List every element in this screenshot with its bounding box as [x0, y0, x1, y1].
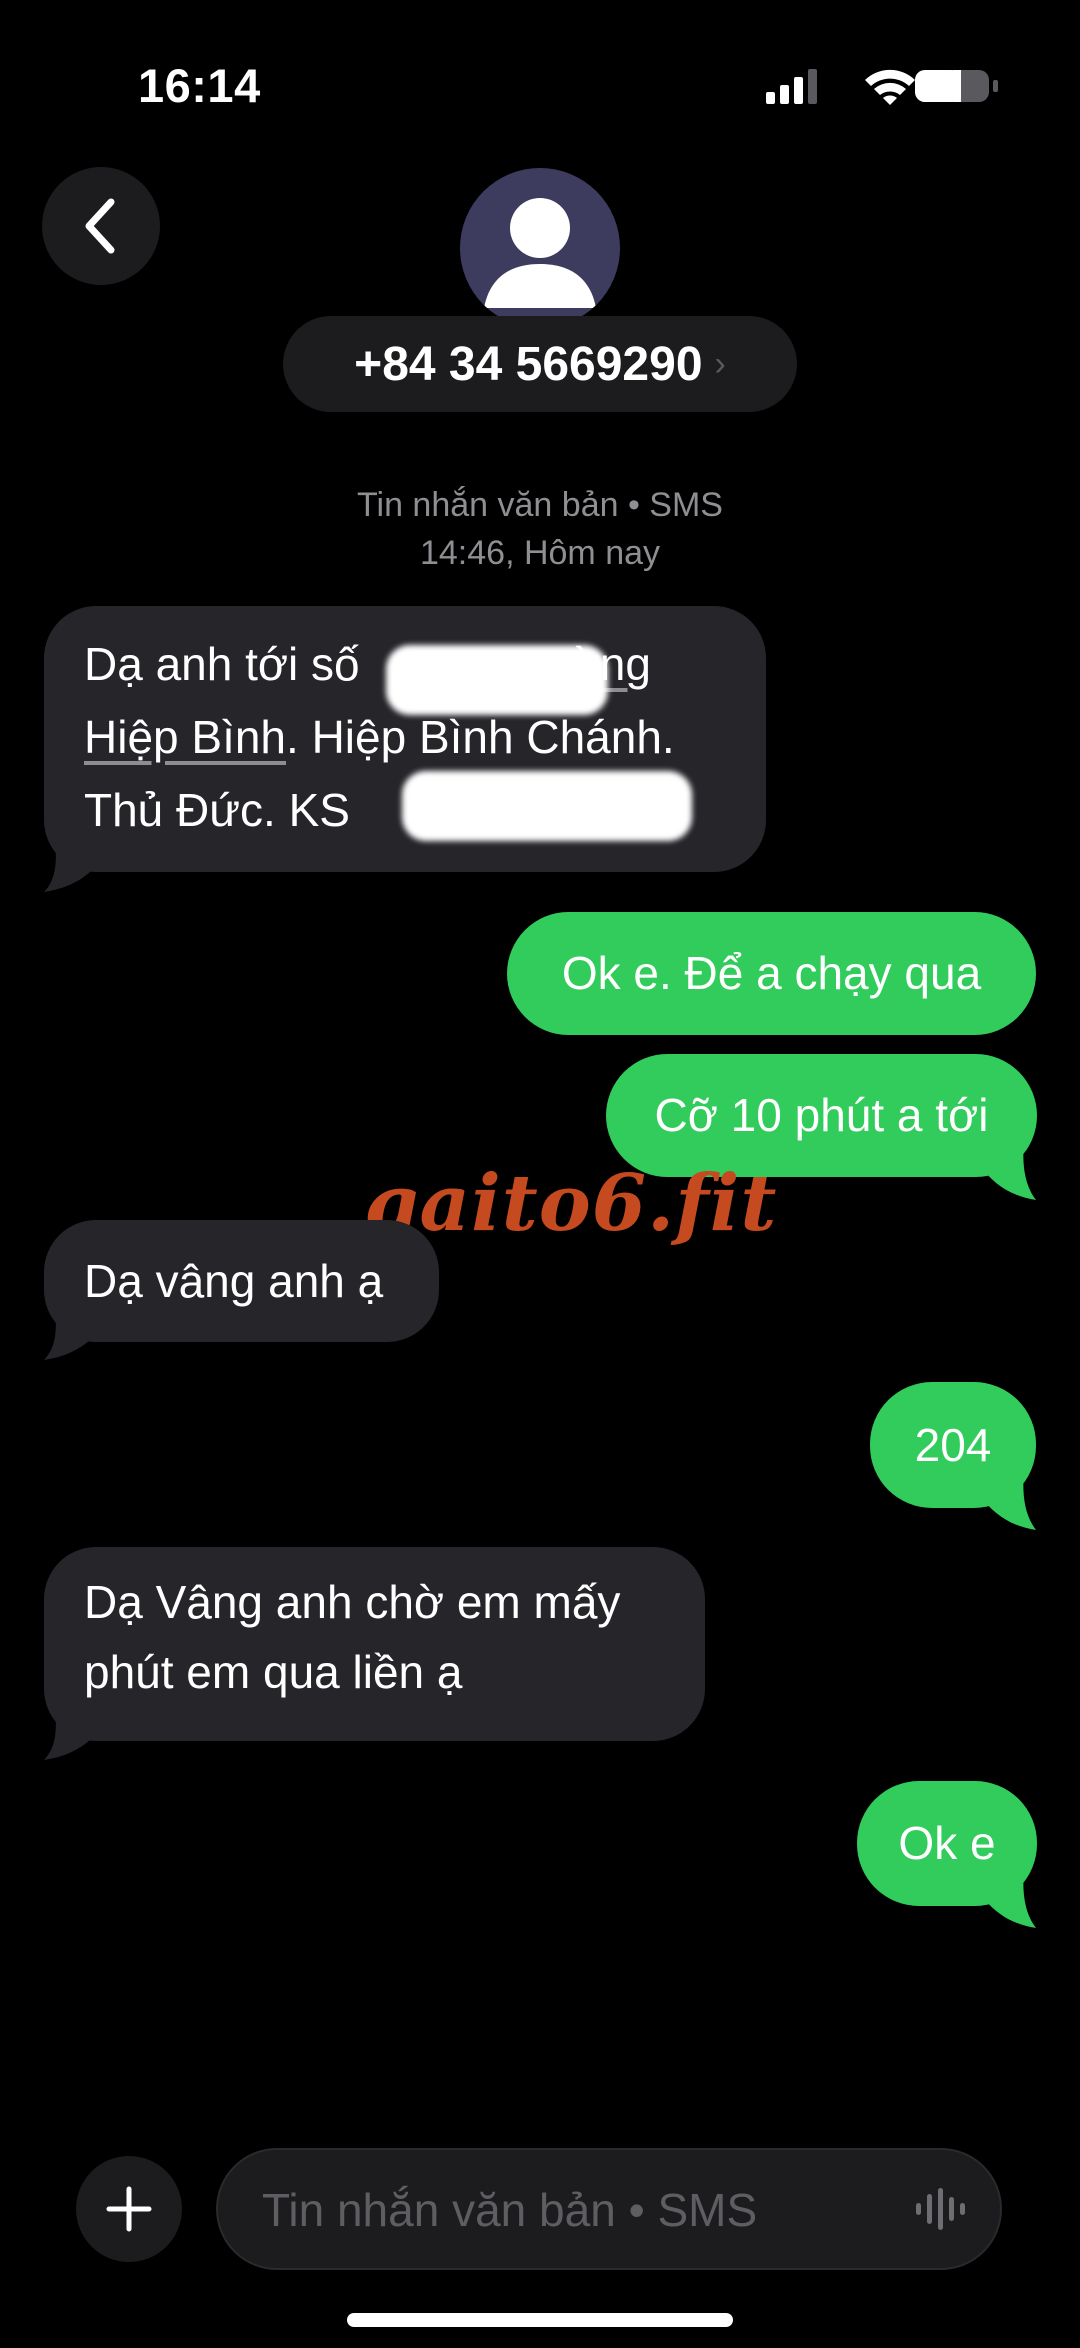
message-text: Hiệp Bình — [84, 711, 287, 763]
add-attachment-button[interactable] — [76, 2156, 182, 2262]
chevron-right-icon: › — [714, 344, 726, 383]
message-text: phút em qua liền ạ — [84, 1646, 463, 1698]
message-text: Dạ vâng anh ạ — [84, 1255, 384, 1307]
bubble-tail — [980, 1866, 1036, 1928]
avatar[interactable] — [460, 168, 620, 328]
thread-type-label: Tin nhắn văn bản • SMS — [357, 486, 723, 524]
bubble-tail — [44, 1304, 100, 1360]
plus-icon — [106, 2186, 152, 2232]
audio-waveform-icon[interactable] — [914, 2186, 970, 2232]
message-text: Cỡ 10 phút a tới — [654, 1089, 989, 1141]
bubble-tail — [44, 836, 100, 892]
message-text: 204 — [914, 1419, 992, 1471]
redaction-mark — [386, 645, 608, 715]
message-text: . Hiệp Bình Chánh. — [286, 711, 675, 763]
watermark: gaito6.fit — [364, 1158, 778, 1249]
home-indicator[interactable] — [347, 2313, 733, 2327]
contact-name-button[interactable]: +84 34 5669290 › — [283, 316, 797, 412]
message-input[interactable] — [260, 2150, 864, 2270]
bubble-tail — [980, 1138, 1036, 1200]
message-text: Thủ Đức. KS — [84, 784, 350, 836]
thread-timestamp: 14:46, Hôm nay — [419, 534, 661, 572]
battery-icon — [915, 70, 998, 102]
message-text: Dạ anh tới số — [84, 638, 360, 690]
cellular-signal-icon — [766, 69, 817, 104]
chevron-left-icon — [85, 198, 115, 254]
message-text: Ok e — [898, 1817, 996, 1869]
wifi-icon — [865, 69, 915, 105]
person-silhouette-icon — [484, 198, 596, 308]
bubble-tail — [980, 1468, 1036, 1530]
message-text: Ok e. Để a chạy qua — [561, 947, 982, 999]
message-text: Dạ Vâng anh chờ em mấy — [84, 1576, 621, 1628]
message-composer[interactable] — [216, 2148, 1002, 2270]
redaction-mark — [402, 771, 692, 841]
status-icons — [760, 66, 1000, 106]
bubble-tail — [44, 1704, 100, 1760]
message-outgoing[interactable]: Ok e. Để a chạy qua — [507, 912, 1036, 1035]
contact-name: +84 34 5669290 — [354, 337, 703, 391]
back-button[interactable] — [42, 167, 160, 285]
message-incoming[interactable]: Dạ Vâng anh chờ em mấy phút em qua liền … — [44, 1547, 705, 1741]
status-time: 16:14 — [138, 59, 261, 112]
